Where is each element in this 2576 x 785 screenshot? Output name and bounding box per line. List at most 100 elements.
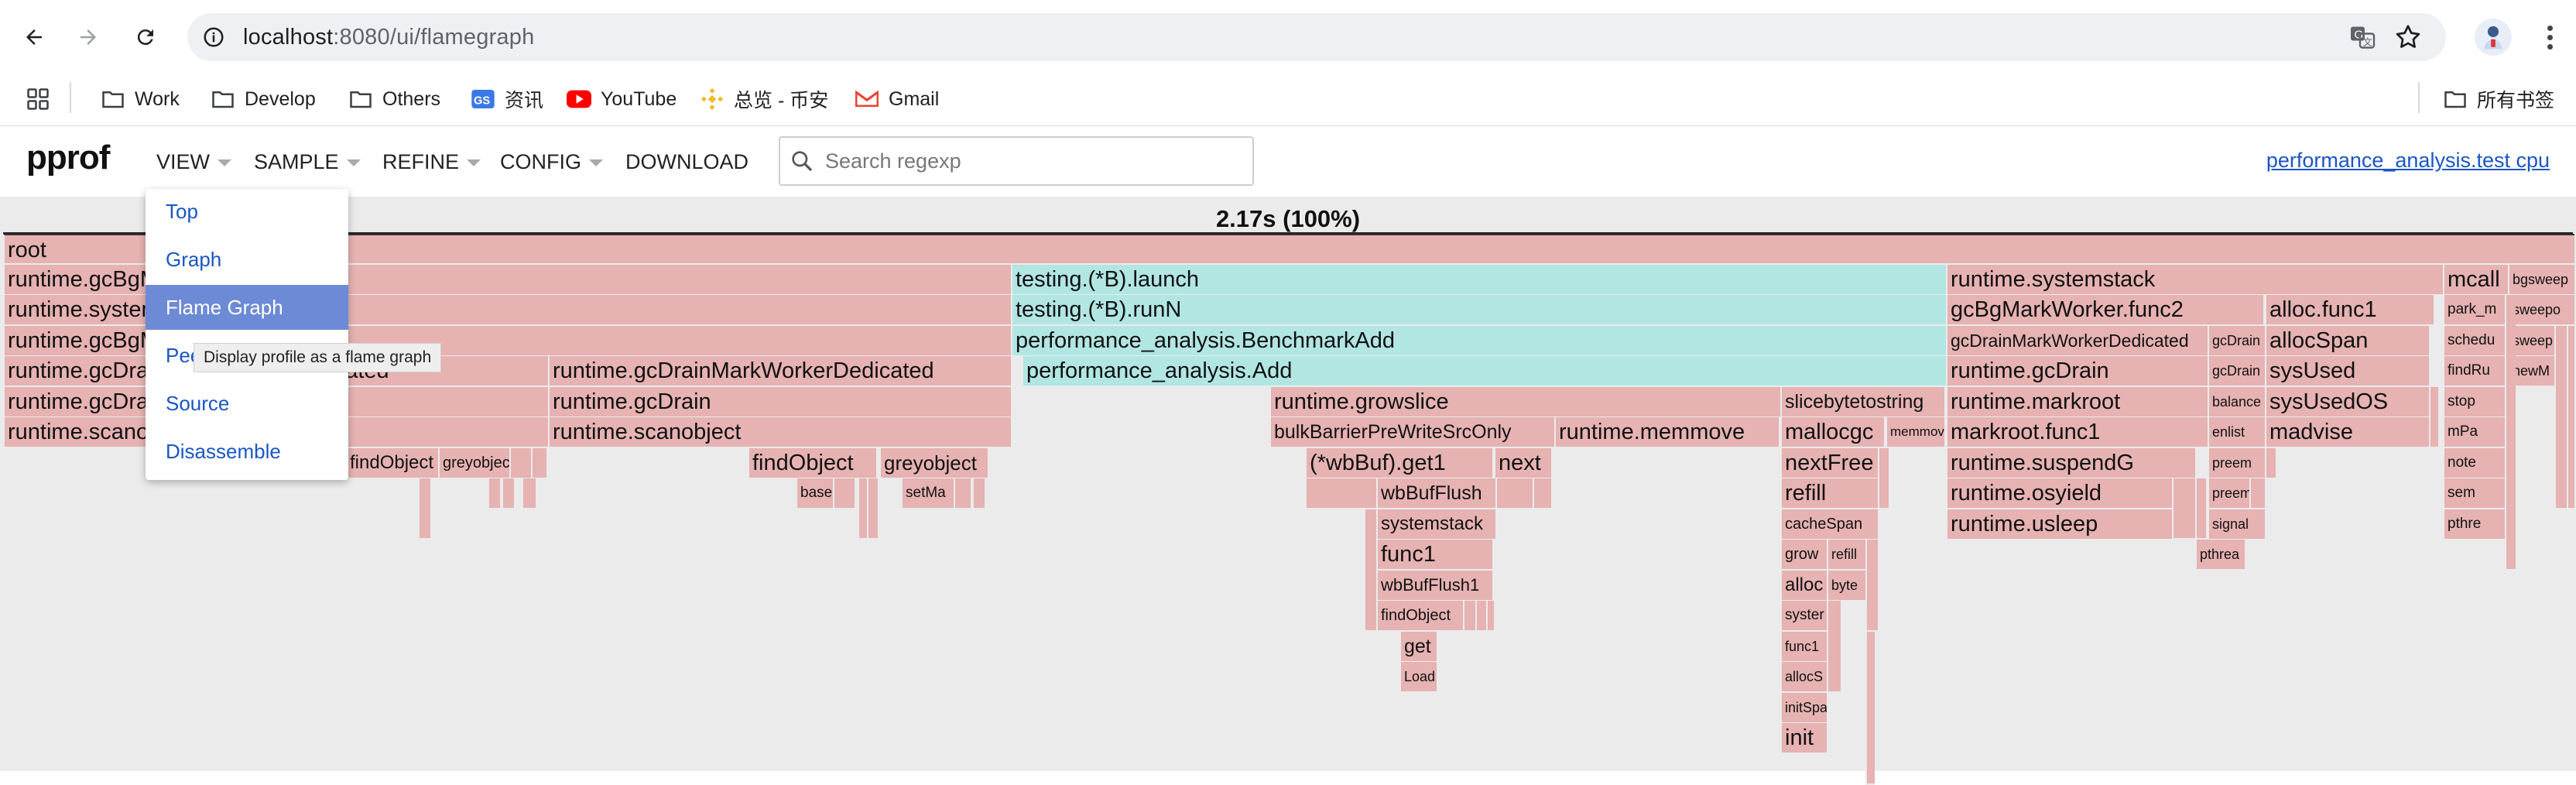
flame-frame[interactable]: findObject	[345, 448, 438, 479]
flame-frame[interactable]: findRu	[2443, 356, 2505, 387]
view-menu-flame-graph[interactable]: Flame Graph	[146, 285, 348, 330]
flame-frame-small[interactable]	[972, 478, 985, 509]
flame-frame[interactable]: cacheSpan	[1780, 509, 1878, 540]
flame-frame[interactable]: runtime.growslice	[1269, 387, 1780, 418]
flame-frame[interactable]: init	[1780, 723, 1827, 754]
flame-frame[interactable]: sweepo	[2508, 295, 2574, 326]
flame-frame[interactable]: runtime.usleep	[1946, 509, 2172, 540]
flame-frame-small[interactable]	[2265, 448, 2276, 479]
flame-frame-small[interactable]	[2554, 326, 2567, 509]
flame-frame-small[interactable]	[502, 478, 514, 509]
flame-frame[interactable]: sysUsedOS	[2265, 387, 2429, 418]
flame-frame-small[interactable]	[954, 478, 971, 509]
menu-sample[interactable]: SAMPLE	[254, 150, 361, 174]
flame-frame[interactable]: greyobject	[879, 448, 988, 479]
site-info-icon[interactable]	[200, 23, 228, 51]
flame-frame[interactable]: byte	[1827, 571, 1865, 602]
view-menu-top[interactable]: Top	[146, 189, 348, 234]
flame-frame[interactable]: func1	[1376, 540, 1492, 571]
flame-frame-small[interactable]	[418, 478, 430, 540]
flame-frame[interactable]: get	[1399, 632, 1437, 663]
flame-frame[interactable]: gcBgMarkWorker.func2	[1946, 295, 2263, 326]
search-input[interactable]	[824, 144, 1245, 178]
flame-frame[interactable]: madvise	[2265, 417, 2429, 448]
flame-frame[interactable]: sem	[2443, 478, 2505, 509]
flame-frame-small[interactable]	[1827, 601, 1841, 693]
flame-frame[interactable]: runtime.gcDrain	[548, 387, 1011, 418]
flame-frame-small[interactable]	[1865, 632, 1875, 785]
menu-view[interactable]: VIEW	[156, 150, 232, 174]
flame-frame[interactable]: pthre	[2443, 509, 2505, 540]
flame-frame-small[interactable]	[1305, 478, 1376, 509]
flame-frame[interactable]: (*wbBuf).get1	[1305, 448, 1492, 479]
pprof-logo[interactable]: pprof	[26, 139, 110, 177]
flame-frame[interactable]: sysUsed	[2265, 356, 2429, 387]
address-bar[interactable]: localhost:8080/ui/flamegraph G文	[187, 13, 2446, 61]
flame-frame-small[interactable]	[1475, 601, 1486, 632]
flame-frame[interactable]: stop	[2443, 387, 2505, 418]
flame-frame[interactable]: next	[1494, 448, 1551, 479]
flame-frame[interactable]: testing.(*B).launch	[1011, 265, 1946, 296]
flame-frame[interactable]: gcDrain	[2208, 326, 2265, 357]
flame-frame[interactable]: root	[3, 234, 2574, 265]
flame-frame[interactable]: runtime.osyield	[1946, 478, 2172, 509]
flame-frame[interactable]: refill	[1780, 478, 1878, 509]
flame-frame[interactable]: wbBufFlush	[1376, 478, 1495, 509]
view-menu-source[interactable]: Source	[146, 381, 348, 426]
flame-frame[interactable]: performance_analysis.BenchmarkAdd	[1011, 326, 1946, 357]
star-icon[interactable]	[2393, 22, 2423, 52]
flame-frame[interactable]: runtime.systemstack	[1946, 265, 2443, 296]
flame-frame[interactable]: Load	[1399, 662, 1437, 693]
search-box[interactable]	[779, 136, 1254, 186]
flame-frame[interactable]: alloc.func1	[2265, 295, 2434, 326]
flame-frame-small[interactable]	[2505, 295, 2516, 571]
flame-frame[interactable]: systemstack	[1376, 509, 1495, 540]
menu-config[interactable]: CONFIG	[500, 150, 603, 174]
flame-frame-small[interactable]	[509, 448, 531, 479]
bookmark-gmail[interactable]: Gmail	[855, 82, 939, 116]
all-bookmarks[interactable]: 所有书签	[2443, 82, 2554, 116]
flame-frame[interactable]: base	[796, 478, 833, 509]
flame-frame-small[interactable]	[2249, 478, 2263, 509]
reload-button[interactable]	[125, 17, 166, 57]
flame-frame[interactable]: func1	[1780, 632, 1827, 663]
flame-frame[interactable]: initSpa	[1780, 693, 1827, 724]
flame-frame[interactable]: balance	[2208, 387, 2265, 418]
flame-frame[interactable]: refill	[1827, 540, 1865, 571]
flame-frame[interactable]: preem	[2208, 448, 2265, 479]
flame-frame[interactable]: pthrea	[2195, 540, 2245, 571]
flame-frame[interactable]: greyobject	[438, 448, 509, 479]
flame-frame[interactable]: allocS	[1780, 662, 1827, 693]
flame-frame-small[interactable]	[531, 448, 546, 479]
flame-frame-small[interactable]	[1486, 601, 1494, 632]
flame-frame[interactable]: mallocgc	[1780, 417, 1884, 448]
flame-frame[interactable]: testing.(*B).runN	[1011, 295, 1946, 326]
flame-frame[interactable]: park_m	[2443, 295, 2505, 326]
profile-avatar[interactable]	[2475, 19, 2512, 56]
flame-frame-small[interactable]	[1878, 448, 1889, 509]
url-text[interactable]: localhost:8080/ui/flamegraph	[243, 25, 534, 50]
flame-frame[interactable]: runtime.gcDrainMarkWorkerDedicated	[548, 356, 1011, 387]
flame-frame-small[interactable]	[1865, 540, 1878, 632]
flame-frame-small[interactable]	[2172, 478, 2195, 540]
flame-frame[interactable]: runtime.scanobject	[548, 417, 1011, 448]
back-button[interactable]	[14, 17, 54, 57]
flame-frame-small[interactable]	[867, 478, 878, 540]
flame-frame[interactable]: alloc	[1780, 571, 1827, 602]
flame-frame[interactable]: runtime.markroot	[1946, 387, 2208, 418]
flame-frame[interactable]: mPa	[2443, 417, 2505, 448]
menu-download[interactable]: DOWNLOAD	[625, 150, 748, 174]
flame-frame[interactable]: nextFree	[1780, 448, 1878, 479]
flame-frame[interactable]: syster	[1780, 601, 1827, 632]
flame-frame-small[interactable]	[1533, 478, 1551, 509]
flame-frame[interactable]: grow	[1780, 540, 1827, 571]
flame-frame[interactable]: findObject	[748, 448, 876, 479]
bookmark-others[interactable]: Others	[348, 82, 440, 116]
flame-frame-small[interactable]	[2195, 478, 2206, 540]
flame-frame[interactable]: signal	[2208, 509, 2265, 540]
flame-frame-small[interactable]	[522, 478, 536, 509]
flame-frame[interactable]: memmove	[1886, 417, 1944, 448]
flame-frame-small[interactable]	[1364, 509, 1376, 632]
flame-frame[interactable]: enlist	[2208, 417, 2265, 448]
flame-frame[interactable]: wbBufFlush1	[1376, 571, 1492, 602]
